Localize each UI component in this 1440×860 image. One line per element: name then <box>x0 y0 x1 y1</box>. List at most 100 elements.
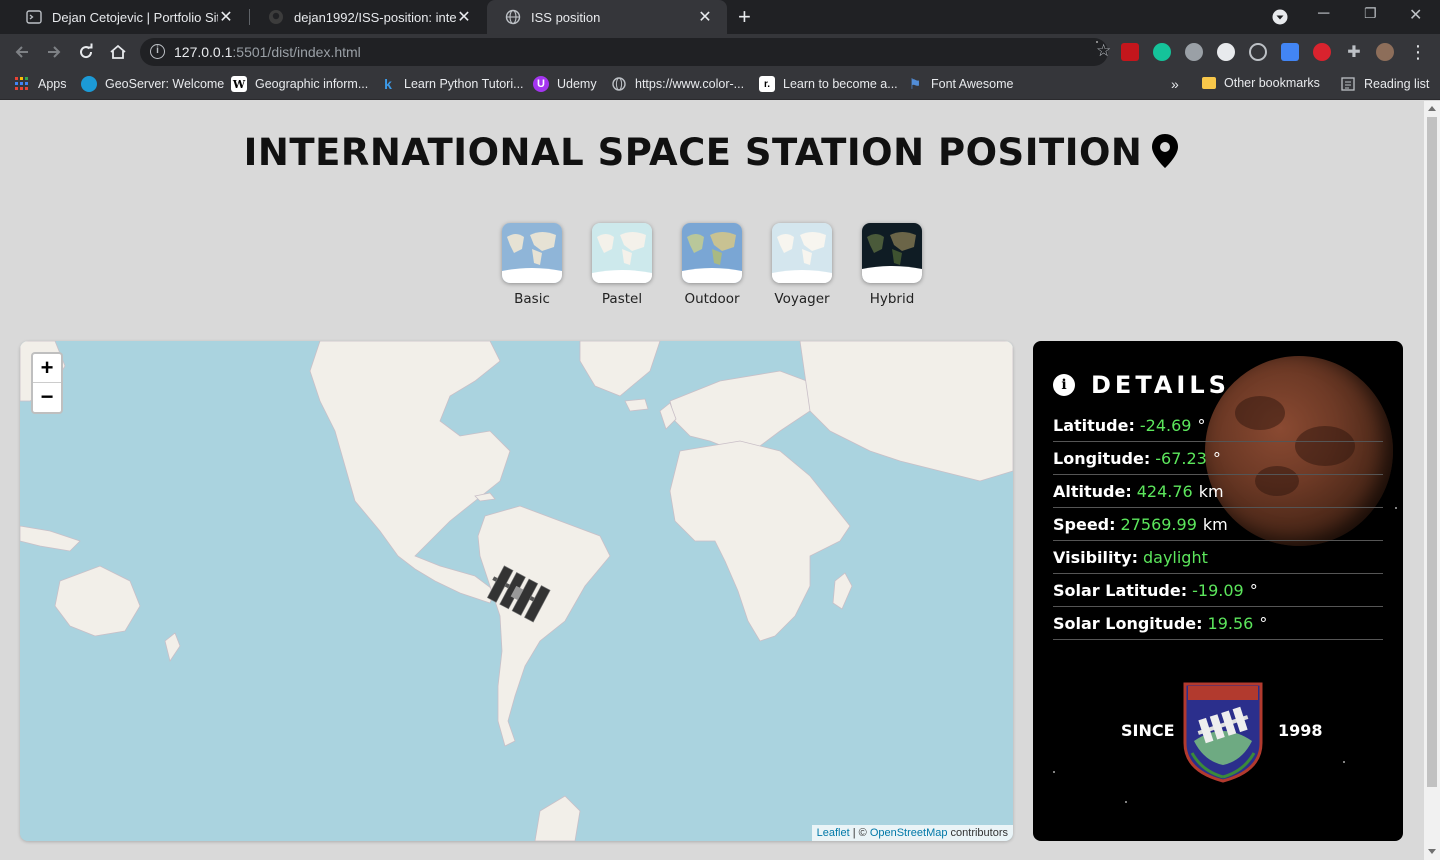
page-scrollbar[interactable] <box>1424 101 1440 860</box>
bookmark-color[interactable]: https://www.color-... <box>611 76 744 92</box>
address-toolbar: i 127.0.0.1:5501/dist/index.html ☆ ✚ ⋮ <box>0 34 1440 70</box>
map-marker-icon <box>1150 133 1180 178</box>
url-text[interactable]: 127.0.0.1:5501/dist/index.html <box>174 44 361 60</box>
site-info-icon[interactable]: i <box>150 44 165 59</box>
scrollbar-thumb[interactable] <box>1427 117 1437 787</box>
map-attribution: Leaflet | © OpenStreetMap contributors <box>811 825 1013 841</box>
scroll-down-arrow-icon[interactable] <box>1428 849 1436 854</box>
detail-unit: ° <box>1212 448 1221 468</box>
browser-tab-bar: Dejan Cetojevic | Portfolio Site ✕ dejan… <box>0 0 1440 34</box>
detail-value: 424.76 <box>1136 481 1193 501</box>
detail-label: Longitude: <box>1053 448 1151 468</box>
close-tab-icon[interactable]: ✕ <box>697 7 713 27</box>
bookmarks-bar: Apps GeoServer: Welcome W Geographic inf… <box>0 70 1440 100</box>
basic-map-thumbnail[interactable] <box>502 223 562 283</box>
zoom-out-button[interactable]: − <box>33 383 61 412</box>
bookmark-label: Font Awesome <box>931 77 1014 91</box>
extension-icon[interactable] <box>1313 43 1331 61</box>
detail-value: -19.09 <box>1192 580 1244 600</box>
tab-iss-position[interactable]: ISS position ✕ <box>487 0 727 34</box>
leaflet-link[interactable]: Leaflet <box>817 827 850 839</box>
bookmark-font-awesome[interactable]: ⚑ Font Awesome <box>907 76 1014 92</box>
bookmark-label: Geographic inform... <box>255 77 369 91</box>
tab-github[interactable]: dejan1992/ISS-position: internati ✕ <box>250 0 486 34</box>
extension-icon[interactable] <box>1217 43 1235 61</box>
new-tab-button[interactable]: + <box>738 6 751 28</box>
k-logo-icon: k <box>384 76 392 92</box>
github-icon <box>268 9 284 25</box>
attribution-tail: contributors <box>947 827 1008 839</box>
details-panel: i DETAILS Latitude: -24.69 ° Longitude: -67… <box>1033 341 1403 841</box>
layer-basic[interactable]: Basic <box>501 223 563 307</box>
bookmark-wikipedia[interactable]: W Geographic inform... <box>231 76 368 92</box>
wikipedia-icon: W <box>231 76 247 92</box>
forward-arrow-icon[interactable] <box>42 40 66 64</box>
bookmark-label: Learn Python Tutori... <box>404 77 524 91</box>
bookmark-udemy[interactable]: U Udemy <box>533 76 597 92</box>
extension-icon[interactable] <box>1281 43 1299 61</box>
voyager-map-thumbnail[interactable] <box>772 223 832 283</box>
extension-icon[interactable] <box>1185 43 1203 61</box>
puzzle-extensions-icon[interactable]: ✚ <box>1342 40 1366 64</box>
other-bookmarks[interactable]: Other bookmarks <box>1202 76 1320 90</box>
details-rows: Latitude: -24.69 ° Longitude: -67.23 ° Altit… <box>1053 409 1383 640</box>
detail-label: Speed: <box>1053 514 1116 534</box>
iss-map[interactable]: + − Leaflet | © OpenStreetMap contributo… <box>20 341 1013 841</box>
bookmark-learn-to-become[interactable]: r. Learn to become a... <box>759 76 898 92</box>
profile-avatar[interactable] <box>1376 43 1394 61</box>
details-heading: i DETAILS <box>1053 371 1230 399</box>
layer-pastel[interactable]: Pastel <box>591 223 653 307</box>
restore-icon[interactable]: ❐ <box>1364 5 1377 22</box>
tab-title: Dejan Cetojevic | Portfolio Site <box>52 9 218 25</box>
bookmark-label: Apps <box>38 77 67 91</box>
zoom-in-button[interactable]: + <box>33 354 61 383</box>
scroll-up-arrow-icon[interactable] <box>1428 106 1436 111</box>
page-title-text: INTERNATIONAL SPACE STATION POSITION <box>243 131 1143 174</box>
info-icon: i <box>1053 374 1075 396</box>
hybrid-map-thumbnail[interactable] <box>862 223 922 283</box>
layer-label: Basic <box>514 291 550 307</box>
bookmark-apps[interactable]: Apps <box>14 76 67 92</box>
layer-outdoor[interactable]: Outdoor <box>681 223 743 307</box>
bookmark-star-icon[interactable]: ☆ <box>1096 41 1111 60</box>
bookmarks-overflow-button[interactable]: » <box>1171 76 1179 92</box>
window-close-icon[interactable]: ✕ <box>1409 5 1422 25</box>
minimize-icon[interactable]: ─ <box>1318 5 1329 23</box>
globe-icon <box>611 76 627 92</box>
bookmark-label: Reading list <box>1364 77 1430 91</box>
bookmark-learn-python[interactable]: k Learn Python Tutori... <box>380 76 524 92</box>
tab-portfolio[interactable]: Dejan Cetojevic | Portfolio Site ✕ <box>8 0 248 34</box>
detail-label: Altitude: <box>1053 481 1132 501</box>
details-heading-text: DETAILS <box>1091 371 1230 399</box>
detail-row-solar-latitude: Solar Latitude: -19.09 ° <box>1053 574 1383 607</box>
openstreetmap-link[interactable]: OpenStreetMap <box>870 827 948 839</box>
detail-value: 27569.99 <box>1120 514 1197 534</box>
detail-unit: ° <box>1259 613 1268 633</box>
layer-hybrid[interactable]: Hybrid <box>861 223 923 307</box>
menu-kebab-icon[interactable]: ⋮ <box>1406 40 1430 64</box>
star-dot <box>1395 507 1397 509</box>
star-dot <box>1343 761 1345 763</box>
back-arrow-icon[interactable] <box>10 40 34 64</box>
reload-icon[interactable] <box>74 40 98 64</box>
apps-grid-icon <box>14 76 30 92</box>
outdoor-map-thumbnail[interactable] <box>682 223 742 283</box>
address-bar[interactable]: i 127.0.0.1:5501/dist/index.html ☆ <box>140 38 1111 66</box>
layer-voyager[interactable]: Voyager <box>771 223 833 307</box>
geoserver-icon <box>81 76 97 92</box>
reading-list[interactable]: Reading list <box>1340 76 1429 92</box>
react-devtools-icon[interactable] <box>1249 43 1267 61</box>
close-tab-icon[interactable]: ✕ <box>456 7 472 27</box>
acrobat-extension-icon[interactable] <box>1121 43 1139 61</box>
pastel-map-thumbnail[interactable] <box>592 223 652 283</box>
home-icon[interactable] <box>106 40 130 64</box>
detail-label: Visibility: <box>1053 547 1138 567</box>
grammarly-extension-icon[interactable] <box>1153 43 1171 61</box>
close-tab-icon[interactable]: ✕ <box>218 7 234 27</box>
detail-row-longitude: Longitude: -67.23 ° <box>1053 442 1383 475</box>
tab-search-icon[interactable] <box>1272 9 1288 28</box>
folder-icon <box>1202 77 1216 89</box>
bookmark-geoserver[interactable]: GeoServer: Welcome <box>81 76 224 92</box>
bookmark-label: Other bookmarks <box>1224 76 1320 90</box>
udemy-icon: U <box>533 76 549 92</box>
